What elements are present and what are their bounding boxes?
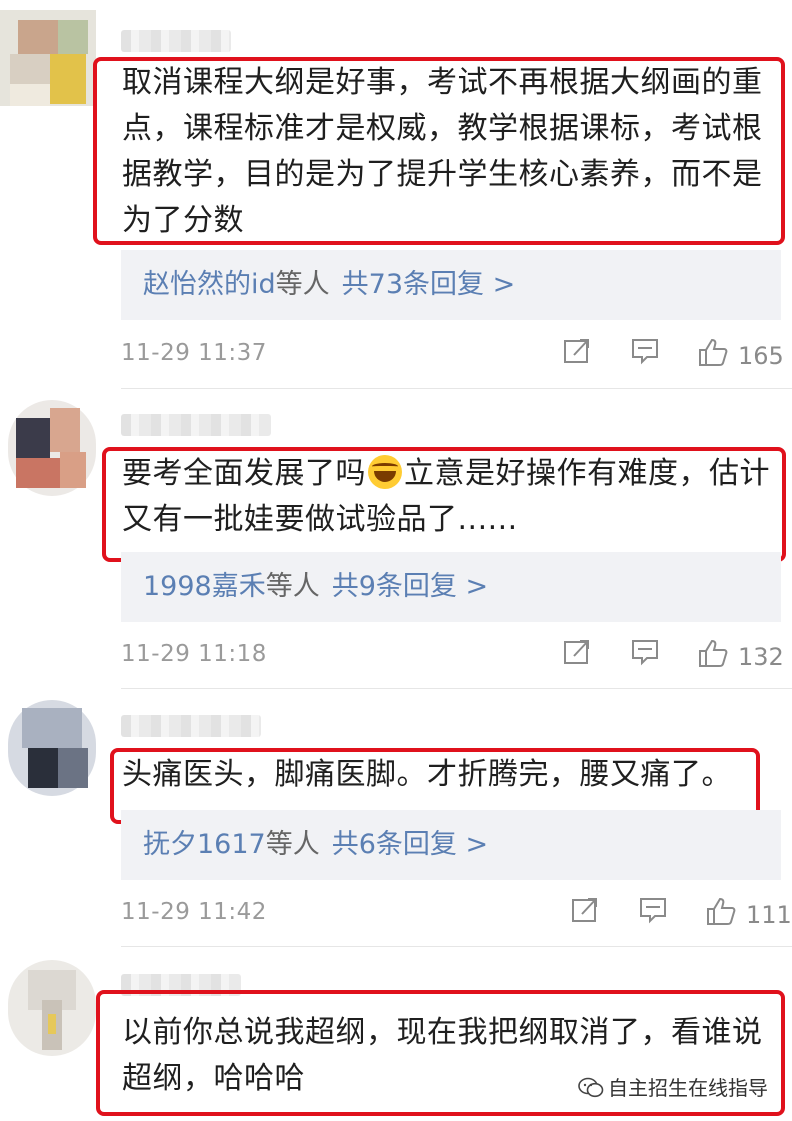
like-count: 165 [738, 342, 784, 370]
comment-meta: 11-29 11:18 132 [121, 637, 784, 677]
username-blurred[interactable] [121, 414, 271, 436]
comment-time: 11-29 11:18 [121, 641, 267, 667]
reply-users-suffix: 等人 [265, 571, 320, 602]
like-count: 111 [746, 901, 792, 929]
watermark: 自主招生在线指导 [578, 1072, 768, 1101]
reply-users-suffix: 等人 [265, 829, 320, 860]
reply-users-link[interactable]: 1998嘉禾 [143, 571, 266, 602]
comment-icon[interactable] [630, 637, 660, 667]
highlight-box [93, 57, 785, 245]
thumbs-up-icon[interactable] [697, 637, 729, 669]
comment-time: 11-29 11:42 [121, 899, 267, 925]
avatar[interactable] [8, 960, 96, 1056]
divider [121, 688, 792, 689]
share-icon[interactable] [570, 895, 600, 925]
thumbs-up-icon[interactable] [697, 336, 729, 368]
thumbs-up-icon[interactable] [705, 895, 737, 927]
username-blurred[interactable] [121, 30, 231, 52]
reply-count-link[interactable]: 共73条回复 > [342, 269, 516, 300]
comment-meta: 11-29 11:42 111 [121, 895, 792, 935]
comment-meta: 11-29 11:37 165 [121, 336, 784, 376]
reply-count-link[interactable]: 共6条回复 > [332, 829, 488, 860]
reply-summary[interactable]: 赵怡然的id等人 共73条回复 > [121, 250, 781, 320]
username-blurred[interactable] [121, 715, 261, 737]
reply-users-suffix: 等人 [275, 269, 330, 300]
reply-users-link[interactable]: 赵怡然的id [143, 269, 276, 300]
wechat-icon [578, 1077, 604, 1098]
share-icon[interactable] [562, 336, 592, 366]
avatar[interactable] [8, 400, 96, 496]
comment-icon[interactable] [630, 336, 660, 366]
avatar[interactable] [0, 10, 96, 106]
reply-summary[interactable]: 抚夕1617等人 共6条回复 > [121, 810, 781, 880]
share-icon[interactable] [562, 637, 592, 667]
comment-time: 11-29 11:37 [121, 340, 267, 366]
divider [121, 388, 792, 389]
highlight-box [102, 447, 786, 562]
reply-users-link[interactable]: 抚夕1617 [143, 829, 266, 860]
reply-count-link[interactable]: 共9条回复 > [332, 571, 488, 602]
like-count: 132 [738, 643, 784, 671]
reply-summary[interactable]: 1998嘉禾等人 共9条回复 > [121, 552, 781, 622]
comment-icon[interactable] [638, 895, 668, 925]
divider [121, 946, 792, 947]
avatar[interactable] [8, 700, 96, 796]
watermark-text: 自主招生在线指导 [608, 1076, 768, 1100]
